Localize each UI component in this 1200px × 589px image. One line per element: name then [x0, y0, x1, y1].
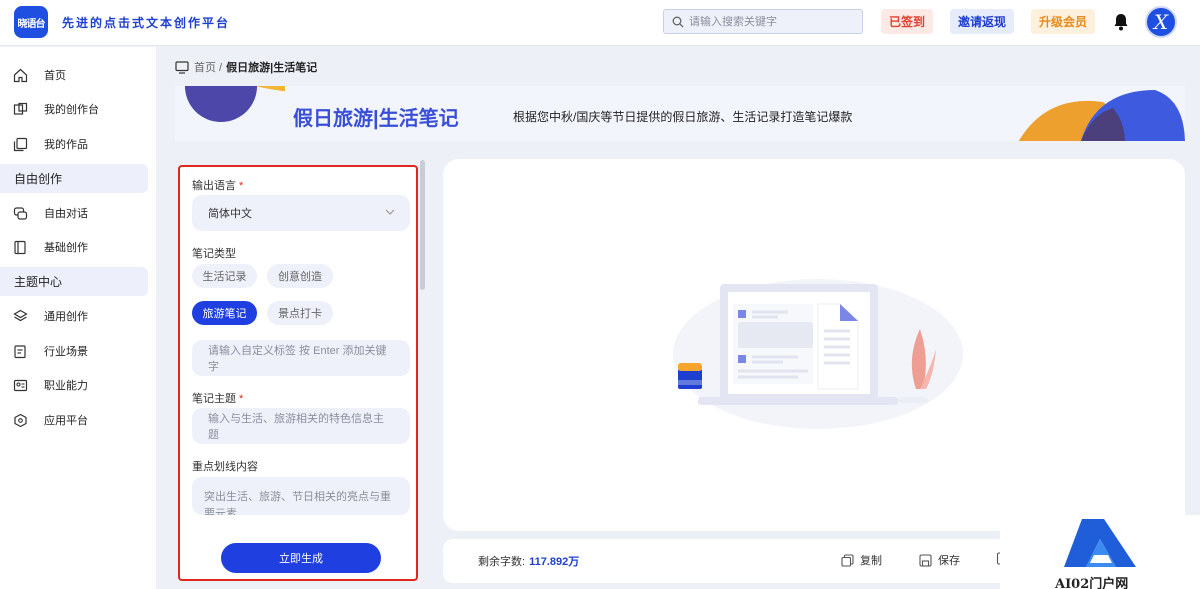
banner-title: 假日旅游|生活笔记 — [293, 108, 459, 130]
sidebar-item-app-platform[interactable]: 应用平台 — [0, 405, 150, 435]
note-type-label: 笔记类型 — [192, 248, 236, 260]
section-free-creation[interactable]: 自由创作 — [0, 164, 148, 193]
home-icon — [12, 67, 28, 83]
chevron-down-icon — [385, 209, 395, 215]
book-icon — [12, 239, 28, 255]
signed-in-button[interactable]: 已签到 — [881, 9, 933, 34]
bell-icon[interactable] — [1112, 12, 1130, 32]
app-logo[interactable]: 晓语台 — [14, 6, 48, 38]
output-language-select[interactable]: 简体中文 — [192, 195, 410, 231]
id-card-icon — [12, 377, 28, 393]
chip-travel-note[interactable]: 旅游笔记 — [192, 301, 257, 325]
watermark-text: AI02门户网 — [1055, 577, 1129, 589]
highlight-label: 重点划线内容 — [192, 461, 258, 473]
sidebar-item-label: 首页 — [44, 70, 66, 82]
sidebar-item-career[interactable]: 职业能力 — [0, 370, 150, 400]
sidebar-item-basic-creation[interactable]: 基础创作 — [0, 232, 150, 262]
banner: 假日旅游|生活笔记 根据您中秋/国庆等节日提供的假日旅游、生活记录打造笔记爆款 — [175, 86, 1185, 141]
top-header: 晓语台 先进的点击式文本创作平台 已签到 邀请返现 升级会员 X — [0, 0, 1200, 46]
sidebar-item-label: 基础创作 — [44, 242, 88, 254]
app-slogan: 先进的点击式文本创作平台 — [62, 16, 231, 30]
search-icon — [672, 16, 684, 27]
sidebar-item-label: 应用平台 — [44, 415, 88, 427]
form-scrollbar[interactable] — [420, 160, 425, 290]
watermark-logo — [1064, 519, 1136, 567]
banner-description: 根据您中秋/国庆等节日提供的假日旅游、生活记录打造笔记爆款 — [513, 110, 853, 124]
remaining-words: 剩余字数: 117.892万 — [478, 556, 580, 568]
banner-decoration-right — [1018, 90, 1185, 141]
sidebar-item-label: 自由对话 — [44, 208, 88, 220]
sidebar: 首页 我的创作台 我的作品 自由创作 自由对话 基础创作 主题中心 通用创作 行… — [0, 47, 156, 589]
save-icon — [919, 553, 932, 567]
breadcrumb: 首页 / 假日旅游|生活笔记 — [175, 59, 317, 75]
sidebar-item-my-workspace[interactable]: 我的创作台 — [0, 94, 150, 124]
invite-cashback-button[interactable]: 邀请返现 — [950, 9, 1014, 34]
sidebar-item-label: 行业场景 — [44, 346, 88, 358]
highlight-textarea[interactable]: 突出生活、旅游、节日相关的亮点与重要元素 — [192, 477, 410, 515]
upgrade-vip-button[interactable]: 升级会员 — [1031, 9, 1095, 34]
monitor-icon — [175, 60, 189, 74]
sidebar-item-label: 我的创作台 — [44, 104, 99, 116]
sidebar-item-free-chat[interactable]: 自由对话 — [0, 198, 150, 228]
section-topic-center[interactable]: 主题中心 — [0, 267, 148, 296]
sidebar-item-my-works[interactable]: 我的作品 — [0, 129, 150, 159]
chip-creative[interactable]: 创意创造 — [267, 264, 333, 288]
copy-icon — [12, 136, 28, 152]
sidebar-item-label: 我的作品 — [44, 139, 88, 151]
layers-icon — [12, 308, 28, 324]
note-topic-label: 笔记主题 * — [192, 393, 244, 405]
copy-icon — [841, 553, 854, 567]
chat-icon — [12, 205, 28, 221]
sidebar-item-home[interactable]: 首页 — [0, 60, 150, 90]
result-panel — [443, 159, 1185, 531]
sidebar-item-industry[interactable]: 行业场景 — [0, 336, 150, 366]
generate-button[interactable]: 立即生成 — [221, 543, 381, 573]
clipboard-icon — [12, 343, 28, 359]
sidebar-item-label: 通用创作 — [44, 311, 88, 323]
user-avatar[interactable]: X — [1145, 6, 1177, 38]
save-button[interactable]: 保存 — [919, 552, 960, 568]
chip-life-record[interactable]: 生活记录 — [192, 264, 257, 288]
search-box[interactable] — [663, 9, 863, 34]
breadcrumb-home[interactable]: 首页 / — [194, 59, 222, 75]
site-watermark: AI02门户网 — [1000, 515, 1200, 589]
note-topic-input[interactable]: 输入与生活、旅游相关的特色信息主题 — [192, 408, 410, 444]
search-input[interactable] — [689, 15, 859, 28]
sidebar-item-label: 职业能力 — [44, 380, 88, 392]
cube-icon — [12, 412, 28, 428]
output-language-label: 输出语言 * — [192, 180, 244, 192]
sidebar-item-general-creation[interactable]: 通用创作 — [0, 301, 150, 331]
banner-decoration-left — [185, 86, 285, 122]
custom-tag-input[interactable]: 请输入自定义标签 按 Enter 添加关键字 — [192, 340, 410, 376]
empty-laptop-illustration — [673, 279, 963, 429]
creation-form: 输出语言 * 简体中文 笔记类型 生活记录 创意创造 旅游笔记 景点打卡 请输入自… — [178, 165, 418, 581]
grid-icon — [12, 101, 28, 117]
breadcrumb-current: 假日旅游|生活笔记 — [226, 62, 318, 74]
chip-scenic-checkin[interactable]: 景点打卡 — [267, 301, 333, 325]
copy-button[interactable]: 复制 — [841, 552, 882, 568]
